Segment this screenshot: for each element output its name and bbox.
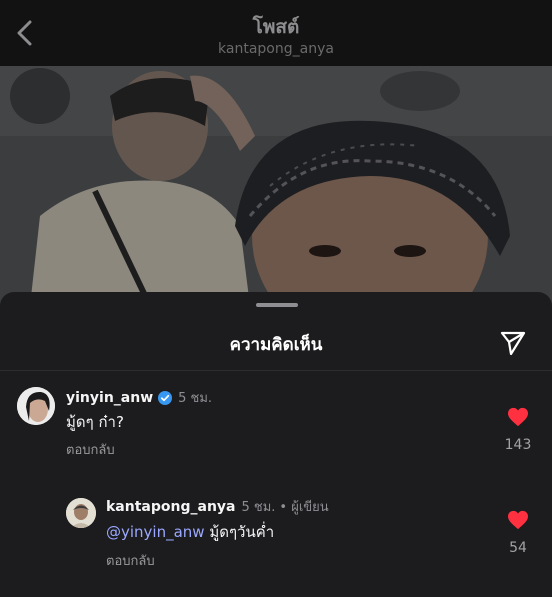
comments-sheet: ความคิดเห็น yinyin_anw 5 ชม. มู้ดๆ ก๋า? …: [0, 292, 552, 597]
comments-title: ความคิดเห็น: [229, 335, 323, 355]
like-count: 143: [504, 437, 532, 453]
like-count: 54: [509, 540, 527, 556]
post-image: [0, 66, 552, 306]
post-photo: [0, 66, 552, 306]
sheet-grabber[interactable]: [256, 303, 298, 307]
mention-link[interactable]: @yinyin_anw: [106, 523, 205, 541]
verified-badge-icon: [158, 390, 173, 405]
comment-time: 5 ชม.: [178, 391, 213, 406]
top-bar: โพสต์ kantapong_anya: [0, 0, 552, 66]
author-tag: • ผู้เขียน: [279, 500, 329, 515]
like-button[interactable]: 54: [500, 510, 536, 556]
avatar-image: [66, 498, 96, 528]
comment-item: yinyin_anw 5 ชม. มู้ดๆ ก๋า? ตอบกลับ 143: [0, 377, 552, 472]
comment-username[interactable]: kantapong_anya: [106, 499, 235, 515]
comment-reply-item: kantapong_anya 5 ชม. • ผู้เขียน @yinyin_…: [0, 490, 552, 585]
heart-icon: [508, 407, 528, 427]
comment-text: @yinyin_anw มู้ดๆวันค่ำ: [106, 520, 274, 544]
comment-text: มู้ดๆ ก๋า?: [66, 413, 124, 431]
avatar[interactable]: [17, 387, 55, 425]
page-subtitle: kantapong_anya: [218, 41, 334, 57]
page-title: โพสต์: [252, 16, 300, 38]
avatar[interactable]: [66, 498, 96, 528]
paper-plane-icon: [500, 331, 526, 356]
comment-body: มู้ดๆวันค่ำ: [209, 523, 275, 541]
reply-button[interactable]: ตอบกลับ: [66, 439, 115, 460]
avatar-image: [17, 387, 55, 425]
sheet-divider: [0, 370, 552, 371]
share-button[interactable]: [495, 326, 531, 360]
like-button[interactable]: 143: [500, 407, 536, 453]
comment-time: 5 ชม.: [241, 500, 276, 515]
reply-button[interactable]: ตอบกลับ: [106, 550, 155, 571]
heart-icon: [508, 510, 528, 530]
comment-username[interactable]: yinyin_anw: [66, 390, 153, 406]
